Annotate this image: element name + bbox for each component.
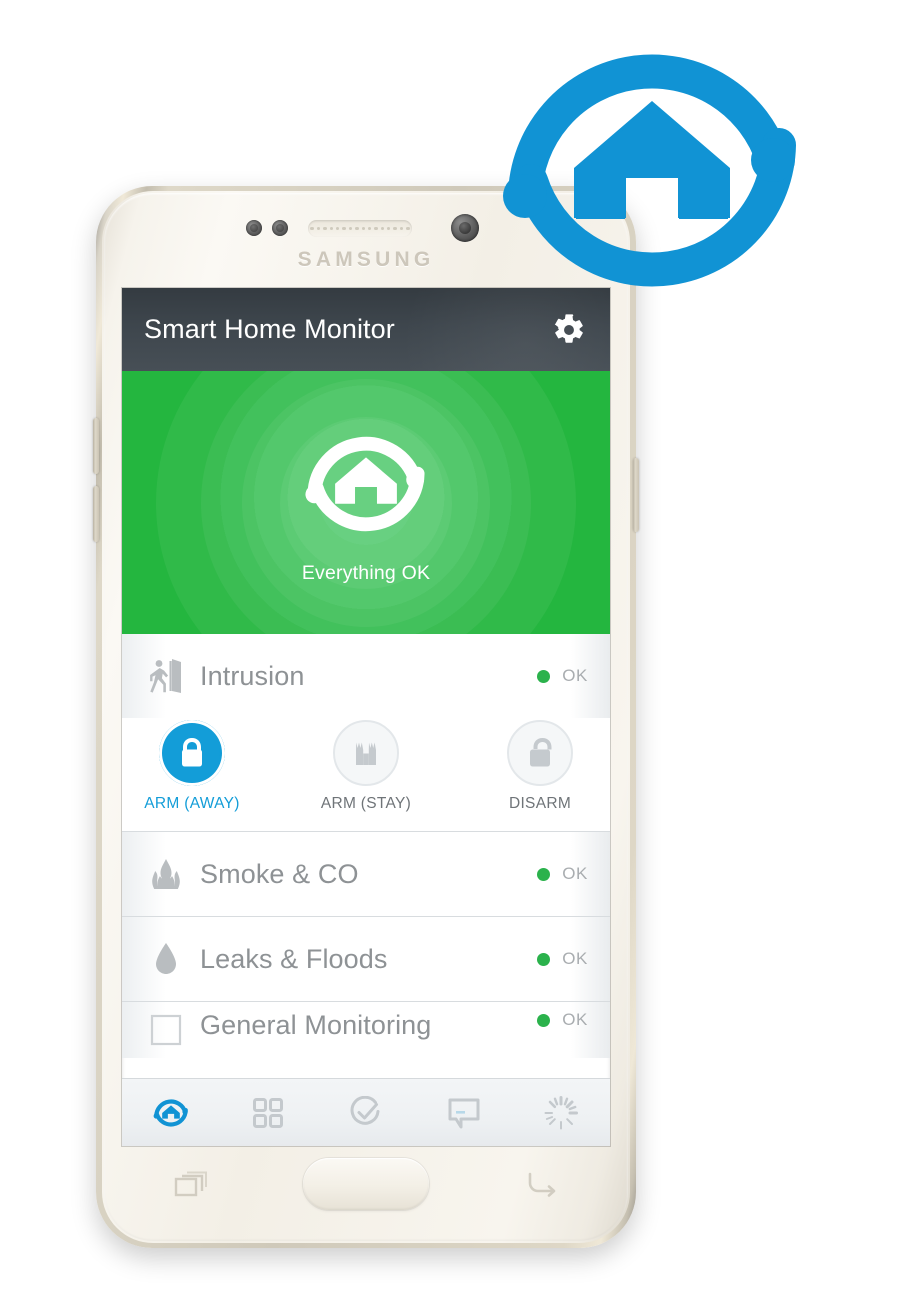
screenshot-canvas: SAMSUNG Smart Home Monitor Everything OK… [0,0,900,1298]
status-text: OK [562,864,588,883]
arm-away-label: ARM (AWAY) [144,795,240,812]
status-dot [537,669,551,683]
bottom-tab-bar [122,1078,610,1146]
status-text: OK [562,1010,588,1029]
list-item: Leaks & Floods OK [122,917,610,1002]
status-dot [537,867,551,881]
status-group: OK [537,949,588,969]
water-drop-icon [146,939,186,979]
smartthings-home-icon [153,1098,188,1127]
back-arrow-icon [528,1172,556,1197]
page-title: Smart Home Monitor [144,314,395,344]
status-group: OK [537,864,588,884]
arm-stay-label: ARM (STAY) [320,795,412,812]
tab-messages[interactable] [415,1079,513,1146]
gear-icon [554,313,583,343]
row-title: Intrusion [200,660,305,691]
home-status-panel: Everything OK [122,371,610,634]
row-title: Smoke & CO [200,858,359,889]
row-title: Leaks & Floods [200,943,388,974]
status-badge [303,421,429,552]
smartthings-logo [497,33,807,308]
monitor-list: Intrusion OK ARM (AWAY) ARM (STAY) DISAR… [122,634,610,1058]
flame-icon [146,854,186,894]
tab-home[interactable] [122,1079,220,1146]
row-general-monitoring[interactable]: General Monitoring OK [122,1002,610,1058]
row-intrusion[interactable]: Intrusion OK [122,634,610,718]
tab-smartapps[interactable] [512,1079,610,1146]
arm-controls: ARM (AWAY) ARM (STAY) DISARM [122,718,610,831]
arm-stay-button[interactable]: ARM (STAY) [311,720,421,813]
speech-bubble-icon [448,1098,480,1128]
arm-away-circle [159,720,225,786]
volume-up-button[interactable] [93,418,99,474]
power-button[interactable] [633,458,639,532]
status-label: Everything OK [301,561,431,584]
list-item: General Monitoring OK [122,1002,610,1058]
status-dot [537,1013,551,1027]
disarm-label: DISARM [508,795,572,812]
check-circle-icon [350,1095,380,1125]
settings-button[interactable] [548,309,590,351]
status-group: OK [537,666,588,686]
disarm-button[interactable]: DISARM [485,720,595,813]
recents-icon [174,1171,207,1197]
status-text: OK [562,949,588,968]
front-camera-icon [451,214,479,242]
open-padlock-icon [530,738,552,767]
status-text: OK [562,666,588,685]
tab-routines[interactable] [317,1079,415,1146]
list-item: Smoke & CO OK [122,832,610,917]
list-item: Intrusion OK ARM (AWAY) ARM (STAY) DISAR… [122,634,610,832]
proximity-sensor-icon [246,220,262,236]
row-title: General Monitoring [200,1010,432,1040]
person-exit-door-icon [146,656,186,696]
sparkle-burst-icon [544,1095,579,1129]
recents-button[interactable] [174,1170,208,1198]
arm-away-button[interactable]: ARM (AWAY) [137,720,247,813]
status-group: OK [537,1010,588,1030]
phone-screen: Smart Home Monitor Everything OK Intrusi… [122,288,610,1146]
row-leaks-floods[interactable]: Leaks & Floods OK [122,917,610,1001]
home-button[interactable] [303,1158,429,1210]
square-outline-icon [146,1010,186,1050]
arm-stay-circle [333,720,399,786]
samsung-phone: SAMSUNG Smart Home Monitor Everything OK… [93,186,639,1248]
light-sensor-icon [272,220,288,236]
tab-things[interactable] [220,1079,318,1146]
volume-down-button[interactable] [93,486,99,542]
row-smoke-co[interactable]: Smoke & CO OK [122,832,610,916]
grid-squares-icon [253,1097,284,1128]
smartthings-home-icon [305,436,425,531]
fortress-icon [356,742,376,765]
closed-padlock-icon [182,738,202,767]
status-dot [537,952,551,966]
disarm-circle [507,720,573,786]
back-button[interactable] [524,1170,558,1198]
earpiece-speaker [308,220,412,237]
